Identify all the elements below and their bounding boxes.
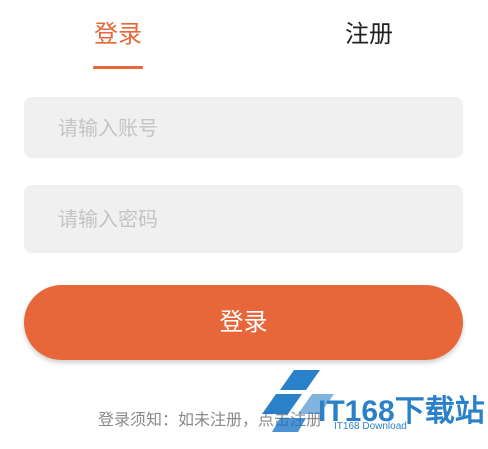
watermark: IT168下载站 IT168 Download — [258, 366, 485, 438]
active-tab-indicator — [93, 66, 143, 69]
password-input[interactable] — [56, 206, 431, 232]
tab-login[interactable]: 登录 — [78, 16, 158, 52]
password-field — [24, 185, 463, 253]
login-page: 登录 注册 登录 登录须知：如未注册，点击注册 IT168下载站 IT168 D… — [0, 0, 488, 449]
login-button[interactable]: 登录 — [24, 285, 463, 360]
tab-register[interactable]: 注册 — [329, 16, 409, 52]
notice-text: 登录须知：如未注册， — [98, 410, 259, 429]
watermark-subtitle: IT168 Download — [334, 421, 407, 432]
account-input[interactable] — [56, 114, 431, 141]
account-field — [24, 97, 463, 158]
